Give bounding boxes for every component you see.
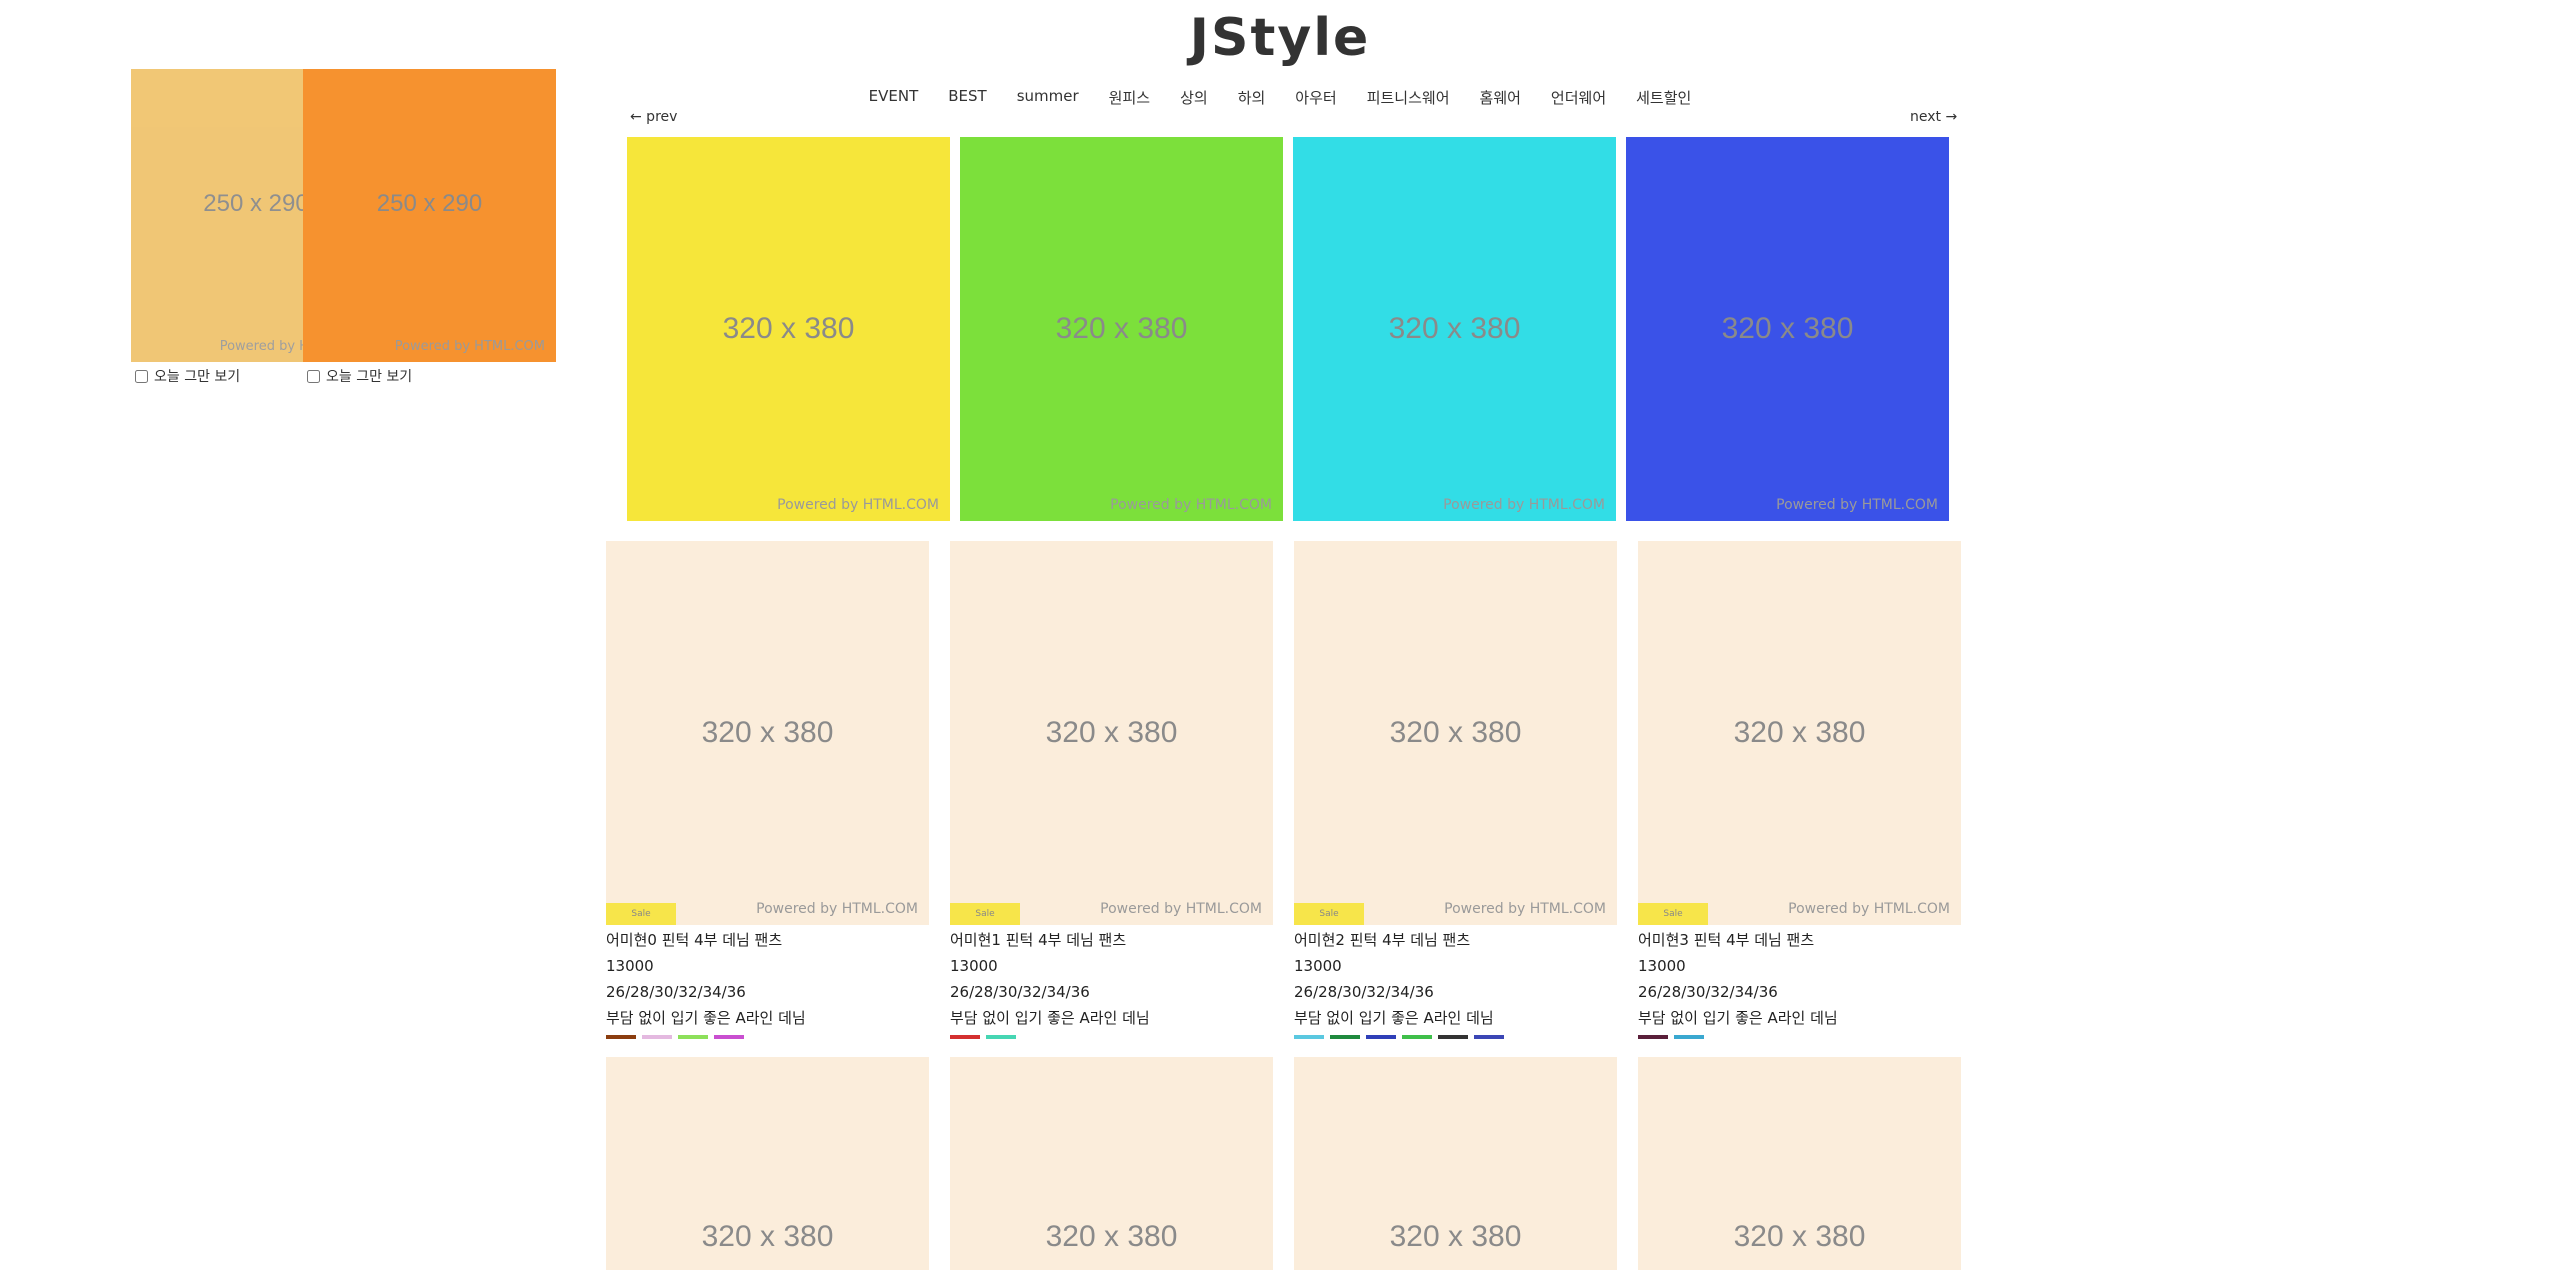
color-swatch[interactable] — [1330, 1035, 1360, 1039]
nav-item-best[interactable]: BEST — [948, 87, 986, 108]
color-swatches — [1294, 1035, 1617, 1039]
powered-by-text: Powered by HTML.COM — [394, 339, 545, 354]
powered-by-text: Powered by HTML.COM — [756, 901, 918, 917]
dismiss-today-checkbox[interactable] — [307, 369, 320, 383]
nav-item-event[interactable]: EVENT — [869, 87, 919, 108]
slide-2[interactable]: 320 x 380 Powered by HTML.COM — [960, 137, 1283, 521]
product-price: 13000 — [1294, 957, 1342, 975]
product-placeholder-label: 320 x 380 — [1045, 1220, 1178, 1253]
color-swatch[interactable] — [1674, 1035, 1704, 1039]
dismiss-today-label: 오늘 그만 보기 — [154, 369, 241, 385]
nav-item-bottoms[interactable]: 하의 — [1238, 87, 1266, 108]
product-description: 부담 없이 입기 좋은 A라인 데님 — [1294, 1009, 1494, 1027]
color-swatch[interactable] — [1402, 1035, 1432, 1039]
slider-next-button[interactable]: next → — [1910, 109, 1957, 125]
product-image[interactable]: 320 x 380 — [606, 1057, 929, 1270]
product-price: 13000 — [950, 957, 998, 975]
product-sizes: 26/28/30/32/34/36 — [606, 983, 746, 1001]
popup-2-dismiss-today[interactable]: 오늘 그만 보기 — [307, 366, 412, 386]
product-description: 부담 없이 입기 좋은 A라인 데님 — [1638, 1009, 1838, 1027]
powered-by-text: Powered by HTML.COM — [1100, 901, 1262, 917]
product-name[interactable]: 어미현0 핀턱 4부 데님 팬츠 — [606, 927, 929, 953]
product-placeholder-label: 320 x 380 — [1045, 716, 1178, 749]
product-placeholder-label: 320 x 380 — [1389, 716, 1522, 749]
powered-by-text: Powered by HTML.COM — [1776, 497, 1938, 513]
powered-by-text: Powered by HTML.COM — [1110, 497, 1272, 513]
nav-item-outer[interactable]: 아우터 — [1295, 87, 1336, 108]
nav-item-summer[interactable]: summer — [1017, 87, 1079, 108]
color-swatch[interactable] — [1438, 1035, 1468, 1039]
product-placeholder-label: 320 x 380 — [701, 1220, 834, 1253]
dismiss-today-label: 오늘 그만 보기 — [326, 369, 413, 385]
product-image[interactable]: 320 x 380 — [1638, 1057, 1961, 1270]
product-name[interactable]: 어미현3 핀턱 4부 데님 팬츠 — [1638, 927, 1961, 953]
product-image[interactable]: 320 x 380 Sale Powered by HTML.COM — [950, 541, 1273, 925]
dismiss-today-checkbox[interactable] — [135, 369, 148, 383]
nav-item-onepiece[interactable]: 원피스 — [1109, 87, 1150, 108]
product-image[interactable]: 320 x 380 — [1294, 1057, 1617, 1270]
sale-badge: Sale — [950, 903, 1020, 925]
sale-badge: Sale — [606, 903, 676, 925]
color-swatch[interactable] — [950, 1035, 980, 1039]
color-swatch[interactable] — [606, 1035, 636, 1039]
color-swatch[interactable] — [678, 1035, 708, 1039]
product-placeholder-label: 320 x 380 — [701, 716, 834, 749]
product-sizes: 26/28/30/32/34/36 — [950, 983, 1090, 1001]
powered-by-text: Powered by HTML.COM — [1443, 497, 1605, 513]
sale-badge: Sale — [1638, 903, 1708, 925]
product-name[interactable]: 어미현2 핀턱 4부 데님 팬츠 — [1294, 927, 1617, 953]
slide-placeholder-label: 320 x 380 — [722, 312, 855, 345]
powered-by-text: Powered by HTML.COM — [1444, 901, 1606, 917]
product-sizes: 26/28/30/32/34/36 — [1294, 983, 1434, 1001]
sale-badge: Sale — [1294, 903, 1364, 925]
product-card[interactable]: 320 x 380 Sale Powered by HTML.COM 어미현1 … — [950, 541, 1273, 1039]
nav-item-homewear[interactable]: 홈웨어 — [1480, 87, 1521, 108]
slide-4[interactable]: 320 x 380 Powered by HTML.COM — [1626, 137, 1949, 521]
product-image[interactable]: 320 x 380 Sale Powered by HTML.COM — [1638, 541, 1961, 925]
color-swatch[interactable] — [642, 1035, 672, 1039]
product-card[interactable]: 320 x 380 Sale Powered by HTML.COM 어미현2 … — [1294, 541, 1617, 1039]
product-name[interactable]: 어미현1 핀턱 4부 데님 팬츠 — [950, 927, 1273, 953]
product-image[interactable]: 320 x 380 — [950, 1057, 1273, 1270]
product-description: 부담 없이 입기 좋은 A라인 데님 — [950, 1009, 1150, 1027]
brand-logo[interactable]: JStyle — [0, 8, 2560, 68]
product-placeholder-label: 320 x 380 — [1389, 1220, 1522, 1253]
product-image[interactable]: 320 x 380 Sale Powered by HTML.COM — [606, 541, 929, 925]
slide-3[interactable]: 320 x 380 Powered by HTML.COM — [1293, 137, 1616, 521]
powered-by-text: Powered by HTML.COM — [1788, 901, 1950, 917]
nav-item-tops[interactable]: 상의 — [1180, 87, 1208, 108]
popup-banner-2[interactable]: 250 x 290 Powered by HTML.COM — [303, 69, 556, 362]
product-card[interactable]: 320 x 380 Sale Powered by HTML.COM 어미현0 … — [606, 541, 929, 1039]
color-swatches — [1638, 1035, 1961, 1039]
color-swatches — [950, 1035, 1273, 1039]
slide-placeholder-label: 320 x 380 — [1055, 312, 1188, 345]
color-swatch[interactable] — [1294, 1035, 1324, 1039]
slide-1[interactable]: 320 x 380 Powered by HTML.COM — [627, 137, 950, 521]
nav-item-fitness[interactable]: 피트니스웨어 — [1367, 87, 1450, 108]
product-price: 13000 — [1638, 957, 1686, 975]
slide-placeholder-label: 320 x 380 — [1388, 312, 1521, 345]
powered-by-text: Powered by HTML.COM — [777, 497, 939, 513]
slider-prev-button[interactable]: ← prev — [630, 109, 677, 125]
color-swatch[interactable] — [1366, 1035, 1396, 1039]
product-description: 부담 없이 입기 좋은 A라인 데님 — [606, 1009, 806, 1027]
popup-1-dismiss-today[interactable]: 오늘 그만 보기 — [135, 366, 240, 386]
color-swatches — [606, 1035, 929, 1039]
slide-placeholder-label: 320 x 380 — [1721, 312, 1854, 345]
product-card[interactable]: 320 x 380 Sale Powered by HTML.COM 어미현3 … — [1638, 541, 1961, 1039]
color-swatch[interactable] — [1474, 1035, 1504, 1039]
nav-item-set-sale[interactable]: 세트할인 — [1636, 87, 1691, 108]
product-placeholder-label: 320 x 380 — [1733, 1220, 1866, 1253]
color-swatch[interactable] — [714, 1035, 744, 1039]
color-swatch[interactable] — [986, 1035, 1016, 1039]
product-image[interactable]: 320 x 380 Sale Powered by HTML.COM — [1294, 541, 1617, 925]
popup-placeholder-label: 250 x 290 — [376, 189, 483, 217]
product-placeholder-label: 320 x 380 — [1733, 716, 1866, 749]
nav-item-underwear[interactable]: 언더웨어 — [1551, 87, 1606, 108]
color-swatch[interactable] — [1638, 1035, 1668, 1039]
product-sizes: 26/28/30/32/34/36 — [1638, 983, 1778, 1001]
product-price: 13000 — [606, 957, 654, 975]
